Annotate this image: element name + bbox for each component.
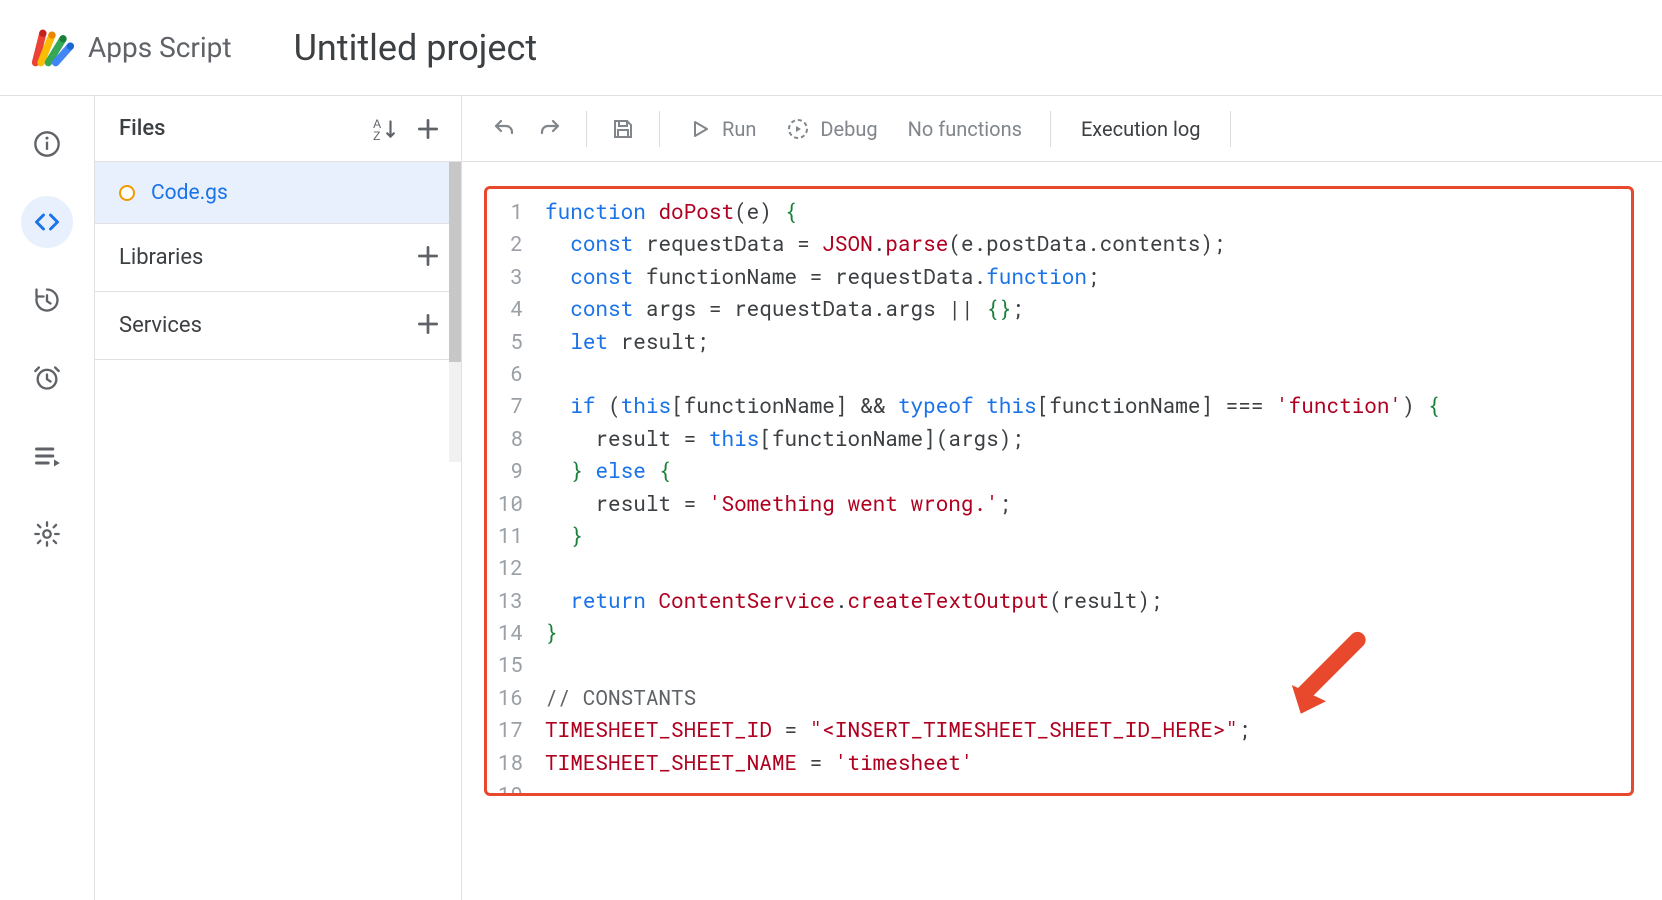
redo-button[interactable] [530,109,570,149]
sort-az-icon: AZ [371,116,397,142]
history-icon [33,286,61,314]
info-icon [33,130,61,158]
libraries-section[interactable]: Libraries [95,224,461,292]
plus-icon [415,311,441,337]
app-name: Apps Script [88,31,232,64]
debug-icon [786,117,810,141]
code-icon [33,208,61,236]
sidebar-scrollbar[interactable] [449,162,461,462]
files-sidebar: Files AZ Code.gs Libraries [94,96,462,900]
toolbar-divider [586,111,587,147]
code-editor[interactable]: 12345678910111213141516171819 function d… [484,186,1634,796]
project-title[interactable]: Untitled project [294,27,538,69]
plus-icon [415,116,441,142]
files-panel-header: Files AZ [95,96,461,162]
left-rail [0,96,94,900]
play-icon [688,117,712,141]
line-gutter: 12345678910111213141516171819 [487,189,533,793]
undo-button[interactable] [484,109,524,149]
services-label: Services [119,313,202,338]
redo-icon [538,117,562,141]
toolbar-divider [1050,111,1051,147]
rail-triggers[interactable] [21,352,73,404]
function-selector[interactable]: No functions [896,109,1034,149]
editor-toolbar: Run Debug No functions Execution log [462,96,1662,162]
executions-icon [33,442,61,470]
services-section[interactable]: Services [95,292,461,360]
debug-label: Debug [820,117,877,141]
arrow-icon [1281,631,1371,721]
file-item-code-gs[interactable]: Code.gs [95,162,461,224]
file-status-icon [119,185,135,201]
rail-overview[interactable] [21,118,73,170]
add-service-button[interactable] [415,311,441,341]
toolbar-divider [659,111,660,147]
file-name-label: Code.gs [151,181,228,205]
app-header: Apps Script Untitled project [0,0,1662,96]
libraries-label: Libraries [119,245,203,270]
gear-icon [33,520,61,548]
run-button[interactable]: Run [676,109,768,149]
rail-executions[interactable] [21,430,73,482]
rail-editor[interactable] [21,196,73,248]
app-logo[interactable]: Apps Script [30,26,232,70]
apps-script-icon [30,26,74,70]
rail-settings[interactable] [21,508,73,560]
run-label: Run [722,117,756,141]
sort-files-button[interactable]: AZ [371,116,397,142]
annotation-arrow [1281,631,1371,721]
files-label: Files [119,116,165,141]
save-icon [611,117,635,141]
plus-icon [415,243,441,269]
svg-text:Z: Z [373,128,380,141]
add-file-button[interactable] [415,116,441,142]
editor-area: Run Debug No functions Execution log 123… [462,96,1662,900]
debug-button[interactable]: Debug [774,109,889,149]
toolbar-divider [1230,111,1231,147]
execution-log-button[interactable]: Execution log [1067,109,1215,149]
add-library-button[interactable] [415,243,441,273]
rail-history[interactable] [21,274,73,326]
save-button[interactable] [603,109,643,149]
alarm-icon [33,364,61,392]
undo-icon [492,117,516,141]
